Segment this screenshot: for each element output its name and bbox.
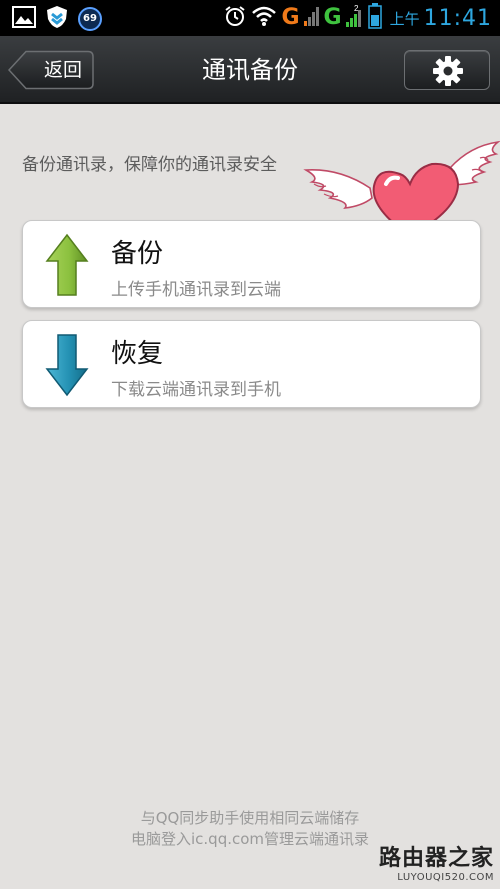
- backup-card[interactable]: 备份 上传手机通讯录到云端: [22, 220, 481, 308]
- gallery-icon: [12, 6, 36, 32]
- backup-subtitle: 上传手机通讯录到云端: [111, 280, 281, 300]
- am-pm-label: 上午: [389, 9, 420, 28]
- restore-title: 恢复: [111, 339, 164, 369]
- watermark: 路由器之家 LUYOUQI520.COM: [379, 840, 494, 883]
- network-type-2: G: [323, 5, 342, 30]
- shield-icon: [46, 5, 68, 33]
- description-text: 备份通讯录，保障你的通讯录安全: [22, 155, 277, 175]
- arrow-up-icon: [45, 233, 89, 296]
- wifi-icon: [251, 5, 277, 31]
- arrow-down-icon: [45, 334, 89, 397]
- network-type-1: G: [281, 5, 300, 30]
- signal-icon-1: [303, 5, 320, 31]
- alarm-icon: [223, 4, 247, 32]
- footer-line-1: 与QQ同步助手使用相同云端储存: [140, 809, 360, 827]
- signal-icon-2: 2: [345, 4, 364, 32]
- back-button[interactable]: 返回: [8, 50, 94, 90]
- restore-subtitle: 下载云端通讯录到手机: [111, 380, 281, 400]
- battery-icon: [367, 3, 382, 33]
- restore-card[interactable]: 恢复 下载云端通讯录到手机: [22, 320, 481, 408]
- status-bar: 69 G G 2 上午 11:41: [0, 0, 500, 36]
- clock-time: 11:41: [423, 5, 492, 31]
- watermark-url: LUYOUQI520.COM: [397, 872, 494, 883]
- title-bar: 返回 通讯备份: [0, 36, 500, 104]
- back-label: 返回: [43, 59, 82, 81]
- badge-icon: 69: [78, 7, 102, 31]
- watermark-text: 路由器之家: [378, 846, 494, 871]
- page-title: 通讯备份: [202, 56, 298, 84]
- gear-icon: [433, 56, 463, 86]
- settings-button[interactable]: [404, 50, 490, 90]
- backup-title: 备份: [111, 239, 164, 269]
